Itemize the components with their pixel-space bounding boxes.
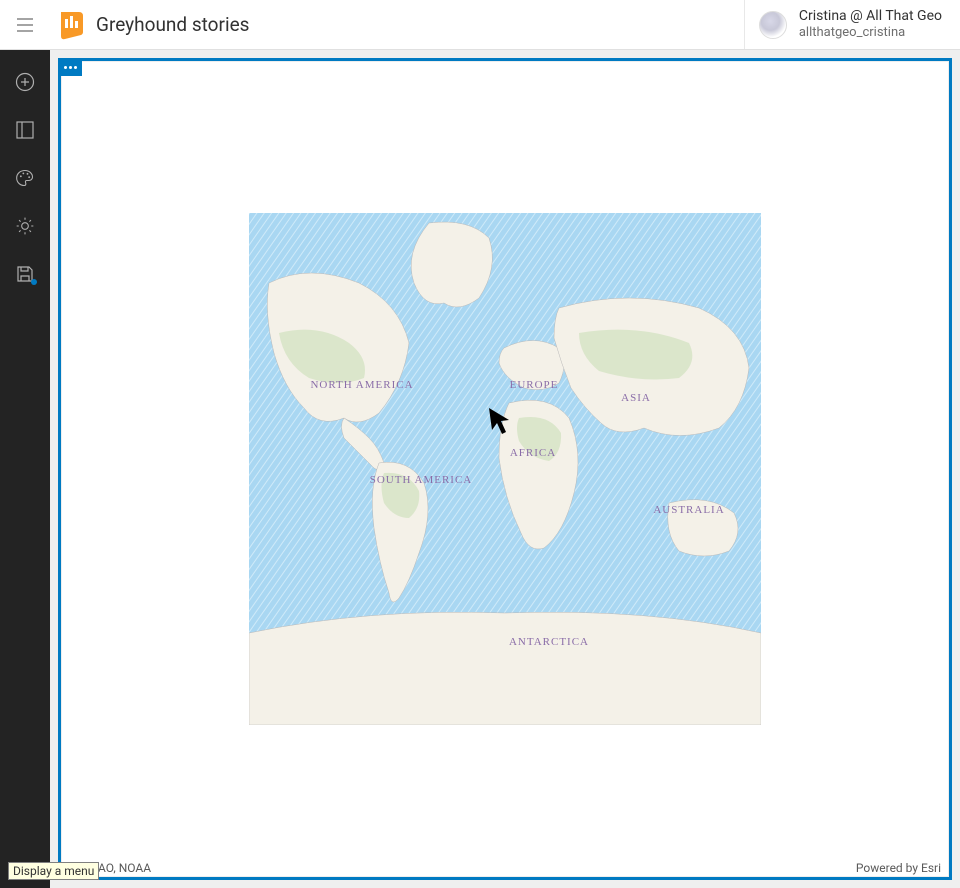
layout-icon	[16, 121, 34, 139]
left-sidebar	[0, 50, 50, 888]
label-antarctica: ANTARCTICA	[509, 636, 589, 648]
page-title: Greyhound stories	[96, 13, 744, 36]
svg-text:SOUTH AMERICA: SOUTH AMERICA	[370, 474, 473, 486]
canvas-area: NORTH AMERICA SOUTH AMERICA EUROPE AFRIC…	[50, 50, 960, 888]
world-map-svg: NORTH AMERICA SOUTH AMERICA EUROPE AFRIC…	[249, 213, 761, 725]
tooltip: Display a menu	[8, 862, 99, 880]
label-africa: AFRICA	[510, 447, 556, 459]
label-australia: AUSTRALIA	[653, 504, 724, 516]
avatar	[759, 11, 787, 39]
topbar: Greyhound stories Cristina @ All That Ge…	[0, 0, 960, 50]
app-logo	[52, 7, 88, 43]
svg-text:NORTH AMERICA: NORTH AMERICA	[310, 379, 413, 391]
map-element-frame[interactable]: NORTH AMERICA SOUTH AMERICA EUROPE AFRIC…	[58, 58, 952, 880]
theme-panel-button[interactable]	[0, 154, 50, 202]
label-asia: ASIA	[621, 392, 651, 404]
label-europe: EUROPE	[510, 379, 559, 391]
menu-button[interactable]	[0, 0, 50, 50]
user-account-button[interactable]: Cristina @ All That Geo allthatgeo_crist…	[744, 0, 960, 49]
user-display-name: Cristina @ All That Geo	[799, 8, 942, 25]
label-south-america: SOUTH AMERICA	[370, 474, 473, 486]
map-attribution-right[interactable]: Powered by Esri	[856, 861, 941, 875]
dashboard-logo-icon	[55, 10, 85, 40]
map-widget[interactable]: NORTH AMERICA SOUTH AMERICA EUROPE AFRIC…	[61, 61, 949, 877]
add-element-button[interactable]	[0, 58, 50, 106]
layout-panel-button[interactable]	[0, 106, 50, 154]
floppy-disk-icon	[16, 265, 34, 283]
hamburger-icon	[16, 18, 34, 32]
label-north-america: NORTH AMERICA	[310, 379, 413, 391]
settings-panel-button[interactable]	[0, 202, 50, 250]
palette-icon	[15, 168, 35, 188]
save-button[interactable]	[0, 250, 50, 298]
gear-icon	[15, 216, 35, 236]
user-handle: allthatgeo_cristina	[799, 25, 942, 41]
plus-circle-icon	[15, 72, 35, 92]
